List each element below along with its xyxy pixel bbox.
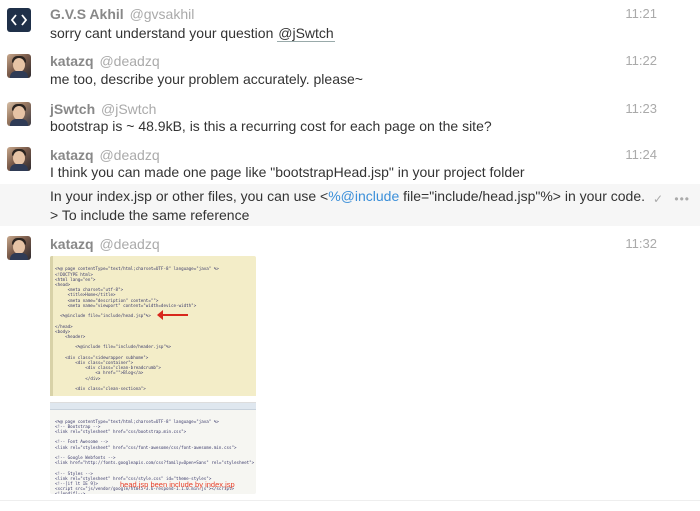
avatar[interactable] (7, 147, 31, 171)
username[interactable]: @gvsakhil (130, 6, 195, 22)
avatar[interactable] (7, 54, 31, 78)
message-text: I think you can made one page like "boot… (50, 164, 525, 180)
timestamp[interactable]: 11:21 (625, 5, 657, 23)
username[interactable]: @deadzq (99, 53, 159, 69)
message-text-body: In your index.jsp or other files, you ca… (50, 188, 329, 204)
message-actions: ✓ ••• (647, 192, 690, 206)
message-text-body: sorry cant understand your question (50, 25, 278, 41)
timestamp[interactable]: 11:23 (625, 100, 657, 118)
avatar[interactable] (7, 8, 31, 32)
message-header: G.V.S Akhil @gvsakhil (50, 5, 194, 23)
display-name[interactable]: katazq (50, 236, 94, 252)
chat-message: G.V.S Akhil @gvsakhil 11:21 sorry cant u… (0, 0, 700, 48)
message-header: katazq @deadzq (50, 52, 160, 70)
chat-message: jSwtch @jSwtch 11:23 bootstrap is ~ 48.9… (0, 96, 700, 142)
message-text: bootstrap is ~ 48.9kB, is this a recurri… (50, 118, 492, 134)
code-brackets-icon (10, 14, 28, 26)
display-name[interactable]: jSwtch (50, 101, 95, 117)
attached-screenshots[interactable]: <%@ page contentType="text/html;charset=… (50, 256, 256, 494)
message-header: jSwtch @jSwtch (50, 100, 156, 118)
chat-message: katazq @deadzq 11:24 I think you can mad… (0, 142, 700, 184)
mention-link[interactable]: @jSwtch (277, 25, 335, 42)
message-text: In your index.jsp or other files, you ca… (50, 187, 650, 225)
display-name[interactable]: katazq (50, 53, 94, 69)
arrow-annotation (157, 310, 188, 320)
code-link[interactable]: %@include (328, 188, 399, 204)
message-header: katazq @deadzq (50, 235, 160, 253)
chat-feed: G.V.S Akhil @gvsakhil 11:21 sorry cant u… (0, 0, 700, 511)
display-name[interactable]: G.V.S Akhil (50, 6, 124, 22)
avatar[interactable] (7, 236, 31, 260)
more-icon[interactable]: ••• (674, 192, 690, 206)
chat-message: katazq @deadzq 11:22 me too, describe yo… (0, 48, 700, 96)
message-header: katazq @deadzq (50, 146, 160, 164)
username[interactable]: @jSwtch (101, 101, 156, 117)
chat-message: katazq @deadzq 11:32 <%@ page contentTyp… (0, 226, 700, 500)
image-caption: head.jsp been include by index.jsp (120, 480, 235, 489)
message-text: me too, describe your problem accurately… (50, 71, 363, 87)
next-message-edge (0, 500, 700, 511)
avatar[interactable] (7, 102, 31, 126)
timestamp[interactable]: 11:22 (625, 52, 657, 70)
timestamp[interactable]: 11:32 (625, 235, 657, 253)
checkmark-icon[interactable]: ✓ (653, 192, 664, 206)
message-text: sorry cant understand your question @jSw… (50, 24, 650, 43)
timestamp[interactable]: 11:24 (625, 146, 657, 164)
username[interactable]: @deadzq (99, 147, 159, 163)
display-name[interactable]: katazq (50, 147, 94, 163)
chat-message-continuation: In your index.jsp or other files, you ca… (0, 184, 700, 226)
code-screenshot-image[interactable]: <%@ page contentType="text/html;charset=… (50, 256, 256, 396)
username[interactable]: @deadzq (99, 236, 159, 252)
